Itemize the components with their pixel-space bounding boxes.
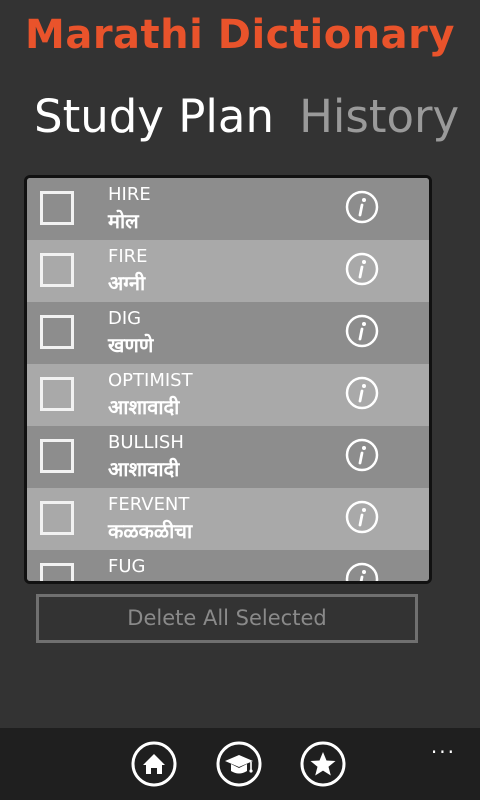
word-label: OPTIMIST [108, 370, 193, 391]
list-item[interactable]: FUG [27, 550, 429, 584]
select-checkbox[interactable] [40, 253, 74, 287]
meaning-label: अग्नी [108, 271, 146, 295]
meaning-label: कळकळीचा [108, 519, 193, 543]
select-checkbox[interactable] [40, 191, 74, 225]
list-item[interactable]: FERVENT कळकळीचा [27, 488, 429, 550]
delete-all-selected-button[interactable]: Delete All Selected [36, 594, 418, 643]
info-icon[interactable] [345, 252, 379, 286]
tab-study-plan[interactable]: Study Plan [34, 90, 274, 143]
list-item[interactable]: DIG खणणे [27, 302, 429, 364]
tab-history[interactable]: History [299, 90, 459, 143]
word-label: FERVENT [108, 494, 190, 515]
word-label: BULLISH [108, 432, 184, 453]
meaning-label: खणणे [108, 333, 154, 357]
meaning-label: आशावादी [108, 457, 180, 481]
more-options-button[interactable]: ... [431, 734, 456, 758]
info-icon[interactable] [345, 376, 379, 410]
select-checkbox[interactable] [40, 563, 74, 581]
word-label: FUG [108, 556, 146, 577]
select-checkbox[interactable] [40, 439, 74, 473]
info-icon[interactable] [345, 438, 379, 472]
home-icon[interactable] [131, 741, 177, 787]
info-icon[interactable] [345, 500, 379, 534]
info-icon[interactable] [345, 190, 379, 224]
app-bar: ... [0, 728, 480, 800]
info-icon[interactable] [345, 562, 379, 584]
meaning-label: मोल [108, 209, 139, 233]
word-label: DIG [108, 308, 142, 329]
list-item[interactable]: OPTIMIST आशावादी [27, 364, 429, 426]
info-icon[interactable] [345, 314, 379, 348]
word-label: FIRE [108, 246, 148, 267]
pivot-header: Study Plan History [34, 90, 479, 146]
star-icon[interactable] [300, 741, 346, 787]
select-checkbox[interactable] [40, 315, 74, 349]
graduation-cap-icon[interactable] [216, 741, 262, 787]
app-title: Marathi Dictionary [25, 12, 455, 58]
meaning-label: आशावादी [108, 395, 180, 419]
list-item[interactable]: BULLISH आशावादी [27, 426, 429, 488]
select-checkbox[interactable] [40, 377, 74, 411]
list-item[interactable]: FIRE अग्नी [27, 240, 429, 302]
list-item[interactable]: HIRE मोल [27, 178, 429, 240]
study-plan-list[interactable]: HIRE मोल FIRE अग्नी DIG खणणे OPTIMIST आश… [24, 175, 432, 584]
word-label: HIRE [108, 184, 151, 205]
select-checkbox[interactable] [40, 501, 74, 535]
